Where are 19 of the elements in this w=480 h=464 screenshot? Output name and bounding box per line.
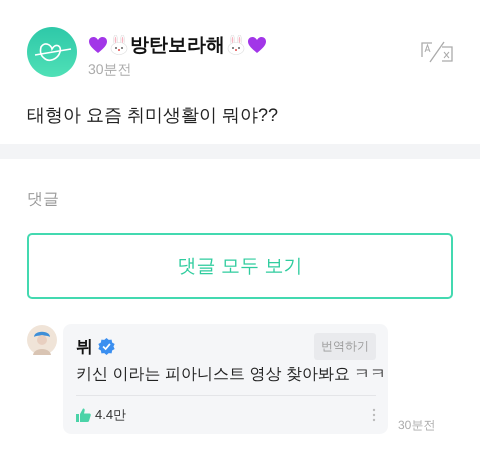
translate-button[interactable]: 번역하기 xyxy=(314,333,376,360)
author-name: 방탄보라해 xyxy=(130,34,225,58)
comment-time: 30분전 xyxy=(398,417,436,434)
translate-icon[interactable] xyxy=(421,41,453,63)
comment-text: 키신 이라는 피아니스트 영상 찾아봐요 ㅋㅋ xyxy=(76,365,386,385)
heart-icon xyxy=(88,36,108,54)
view-all-comments-button[interactable]: 댓글 모두 보기 xyxy=(27,233,453,299)
post-time: 30분전 xyxy=(88,61,133,79)
rabbit-icon xyxy=(110,35,128,55)
comments-heading: 댓글 xyxy=(27,190,60,210)
post-text: 태형아 요즘 취미생활이 뭐야?? xyxy=(27,104,280,127)
more-options-icon[interactable] xyxy=(372,408,376,422)
avatar-icon xyxy=(27,325,57,355)
thumbs-up-icon[interactable] xyxy=(76,408,91,422)
avatar-icon xyxy=(27,27,77,77)
comment-author: 뷔 xyxy=(76,336,93,358)
rabbit-icon xyxy=(227,35,245,55)
like-count: 4.4만 xyxy=(95,406,126,424)
heart-icon xyxy=(247,36,267,54)
